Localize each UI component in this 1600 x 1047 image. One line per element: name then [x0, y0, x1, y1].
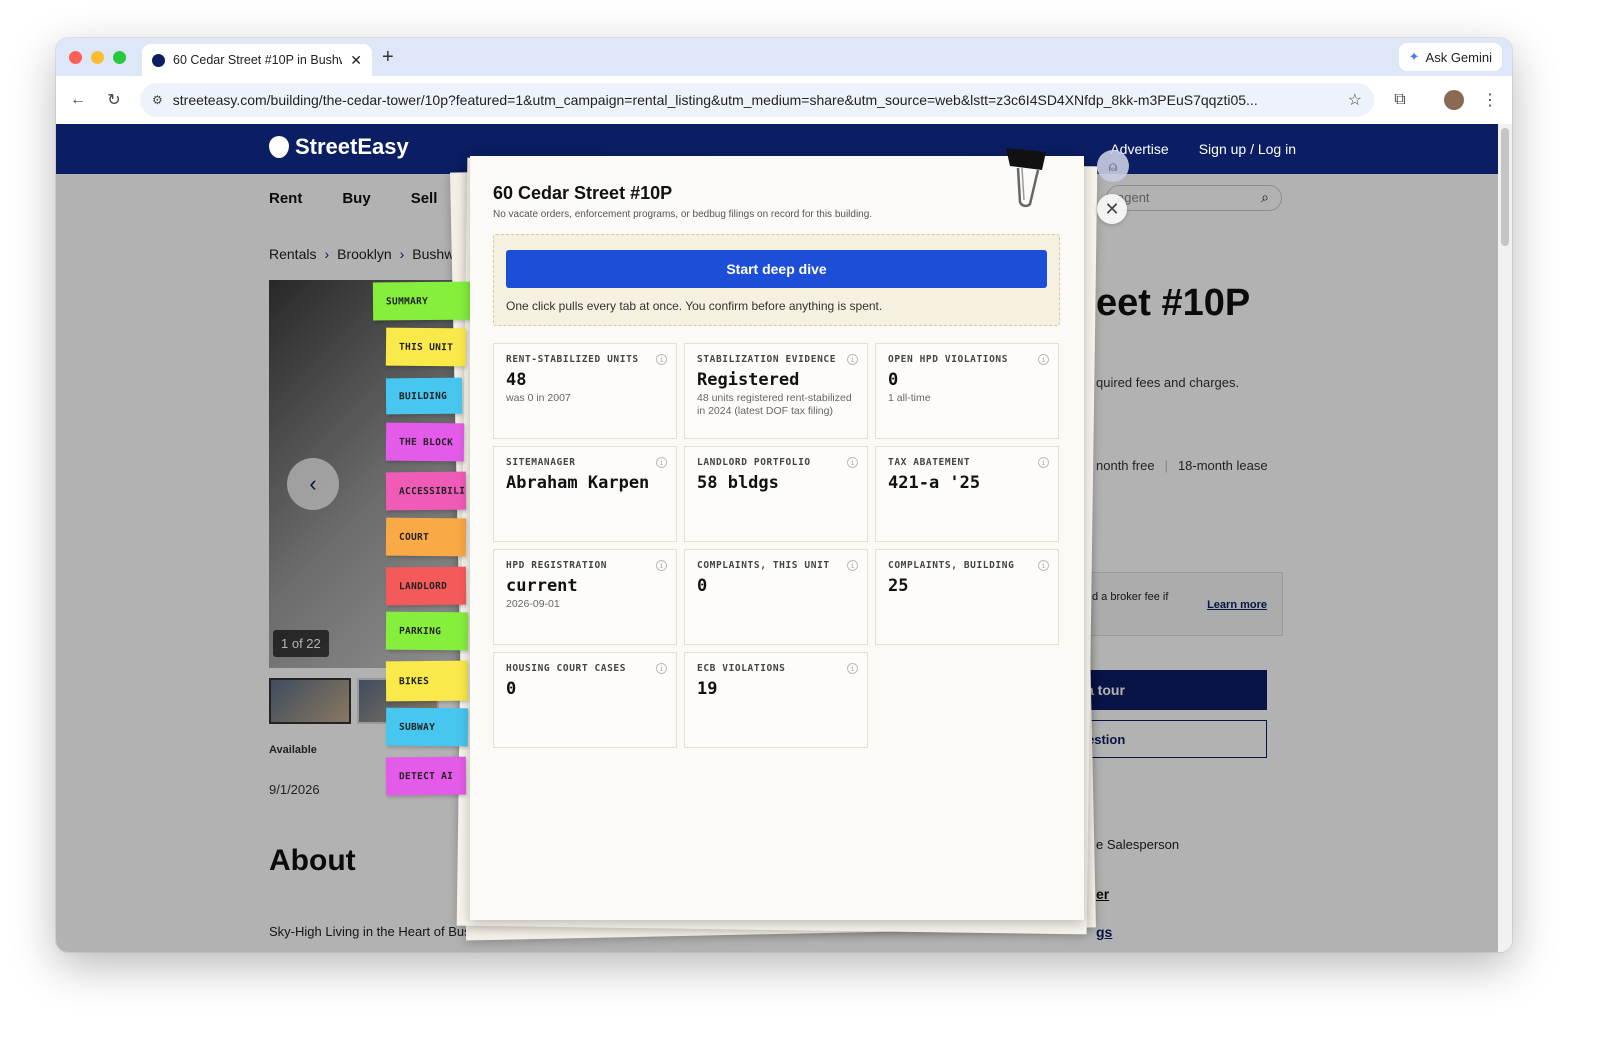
- stat-card-value: 0: [888, 370, 899, 390]
- info-icon[interactable]: i: [656, 354, 667, 365]
- signup-login-link[interactable]: Sign up / Log in: [1199, 141, 1296, 157]
- deep-dive-box: Start deep dive One click pulls every ta…: [493, 234, 1060, 326]
- stat-card-value: 0: [506, 679, 517, 699]
- logo-mark-icon: [269, 136, 289, 158]
- stat-card-label: ECB VIOLATIONS: [697, 663, 786, 674]
- info-icon[interactable]: i: [847, 354, 858, 365]
- stat-card-value: 421-a '25: [888, 473, 981, 493]
- stat-card-value: Abraham Karpen: [506, 473, 650, 493]
- stat-card-value: 25: [888, 576, 909, 596]
- ask-gemini-label: Ask Gemini: [1425, 49, 1492, 65]
- page-scrollbar[interactable]: [1498, 124, 1512, 952]
- address-bar[interactable]: ⚙ streeteasy.com/building/the-cedar-towe…: [140, 83, 1374, 117]
- binder-clip-icon: [1006, 148, 1046, 208]
- sticky-tab-landlord[interactable]: LANDLORD: [385, 566, 467, 606]
- logo-text: StreetEasy: [295, 134, 409, 159]
- streeteasy-favicon-icon: [152, 53, 165, 67]
- sticky-tab-detect-ai[interactable]: DETECT AI: [385, 756, 467, 796]
- menu-icon[interactable]: ⋮: [1478, 88, 1502, 112]
- stat-card-note: 2026-09-01: [506, 598, 560, 610]
- stat-card-note: 48 units registered rent-stabilized in 2…: [697, 392, 852, 417]
- zoom-window-button[interactable]: [113, 51, 126, 64]
- stat-card-value: current: [506, 576, 578, 596]
- stat-card-label: TAX ABATEMENT: [888, 457, 971, 468]
- close-tab-icon[interactable]: ✕: [350, 52, 362, 69]
- stat-card[interactable]: ECB VIOLATIONS i 19: [684, 652, 868, 748]
- stat-card[interactable]: HPD REGISTRATION i current 2026-09-01: [493, 549, 677, 645]
- stat-card-note: 1 all-time: [888, 392, 931, 404]
- building-report-panel: 60 Cedar Street #10P No vacate orders, e…: [470, 156, 1084, 920]
- browser-toolbar: ← ↻ ⚙ streeteasy.com/building/the-cedar-…: [56, 76, 1512, 124]
- stat-card-label: RENT-STABILIZED UNITS: [506, 354, 639, 365]
- stat-card-label: HOUSING COURT CASES: [506, 663, 627, 674]
- tab-title: 60 Cedar Street #10P in Bushwick: [173, 53, 342, 67]
- stat-card-value: 19: [697, 679, 718, 699]
- sticky-tab-court[interactable]: COURT: [385, 517, 467, 557]
- stat-card[interactable]: RENT-STABILIZED UNITS i 48 was 0 in 2007: [493, 343, 677, 439]
- tab-strip: 60 Cedar Street #10P in Bushwick ✕ + ✦ A…: [56, 38, 1512, 76]
- star-icon[interactable]: ☆: [1348, 90, 1362, 110]
- sticky-tab-the-block[interactable]: THE BLOCK: [385, 422, 465, 462]
- gemini-sparkle-icon: ✦: [1408, 49, 1420, 64]
- report-subtitle: No vacate orders, enforcement programs, …: [493, 209, 873, 220]
- deep-dive-note: One click pulls every tab at once. You c…: [506, 299, 883, 313]
- stat-card-label: HPD REGISTRATION: [506, 560, 608, 571]
- info-icon[interactable]: i: [847, 663, 858, 674]
- stat-card-label: COMPLAINTS, THIS UNIT: [697, 560, 830, 571]
- stat-card[interactable]: TAX ABATEMENT i 421-a '25: [875, 446, 1059, 542]
- report-title: 60 Cedar Street #10P: [493, 183, 673, 203]
- scrollbar-thumb[interactable]: [1501, 128, 1509, 246]
- sticky-tab-bikes[interactable]: BIKES: [385, 660, 469, 702]
- url-text[interactable]: streeteasy.com/building/the-cedar-tower/…: [173, 92, 1338, 108]
- user-icon[interactable]: ⍝: [1097, 150, 1129, 182]
- info-icon[interactable]: i: [1038, 354, 1049, 365]
- stat-card-note: was 0 in 2007: [506, 392, 571, 404]
- stat-card[interactable]: HOUSING COURT CASES i 0: [493, 652, 677, 748]
- new-tab-icon[interactable]: +: [382, 46, 394, 69]
- info-icon[interactable]: i: [656, 663, 667, 674]
- reload-icon[interactable]: ↻: [102, 88, 126, 112]
- sticky-tab-parking[interactable]: PARKING: [385, 611, 469, 651]
- info-icon[interactable]: i: [656, 560, 667, 571]
- profile-avatar[interactable]: [1442, 88, 1466, 112]
- sticky-tab-accessibili[interactable]: ACCESSIBILI: [385, 471, 467, 511]
- stat-card[interactable]: OPEN HPD VIOLATIONS i 0 1 all-time: [875, 343, 1059, 439]
- stat-card-label: STABILIZATION EVIDENCE: [697, 354, 837, 365]
- stat-card[interactable]: LANDLORD PORTFOLIO i 58 bldgs: [684, 446, 868, 542]
- stat-card[interactable]: STABILIZATION EVIDENCE i Registered 48 unit…: [684, 343, 868, 439]
- sticky-tab-building[interactable]: BUILDING: [385, 377, 463, 415]
- site-info-icon[interactable]: ⚙: [152, 93, 163, 107]
- stat-card[interactable]: SITEMANAGER i Abraham Karpen: [493, 446, 677, 542]
- stat-card[interactable]: COMPLAINTS, BUILDING i 25: [875, 549, 1059, 645]
- close-icon: ✕: [1104, 198, 1120, 219]
- ask-gemini-button[interactable]: ✦ Ask Gemini: [1398, 43, 1502, 71]
- stat-card-value: Registered: [697, 370, 800, 390]
- stat-card-value: 58 bldgs: [697, 473, 779, 493]
- stat-card-value: 0: [697, 576, 708, 596]
- stat-card-value: 48: [506, 370, 527, 390]
- info-icon[interactable]: i: [656, 457, 667, 468]
- back-icon[interactable]: ←: [66, 88, 90, 112]
- sticky-tab-this-unit[interactable]: THIS UNIT: [385, 327, 467, 367]
- stat-card-label: COMPLAINTS, BUILDING: [888, 560, 1015, 571]
- stat-card-label: OPEN HPD VIOLATIONS: [888, 354, 1009, 365]
- extensions-icon[interactable]: ⧉: [1388, 88, 1412, 112]
- info-icon[interactable]: i: [1038, 560, 1049, 571]
- info-icon[interactable]: i: [1038, 457, 1049, 468]
- start-deep-dive-button[interactable]: Start deep dive: [506, 250, 1047, 288]
- stat-card-label: SITEMANAGER: [506, 457, 576, 468]
- info-icon[interactable]: i: [847, 457, 858, 468]
- close-overlay-button[interactable]: ✕: [1097, 194, 1127, 224]
- close-window-button[interactable]: [69, 51, 82, 64]
- stat-card[interactable]: COMPLAINTS, THIS UNIT i 0: [684, 549, 868, 645]
- minimize-window-button[interactable]: [91, 51, 104, 64]
- stat-card-label: LANDLORD PORTFOLIO: [697, 457, 811, 468]
- info-icon[interactable]: i: [847, 560, 858, 571]
- browser-tab[interactable]: 60 Cedar Street #10P in Bushwick ✕: [142, 44, 372, 76]
- streeteasy-logo[interactable]: StreetEasy: [269, 134, 409, 160]
- sticky-tab-subway[interactable]: SUBWAY: [385, 707, 469, 747]
